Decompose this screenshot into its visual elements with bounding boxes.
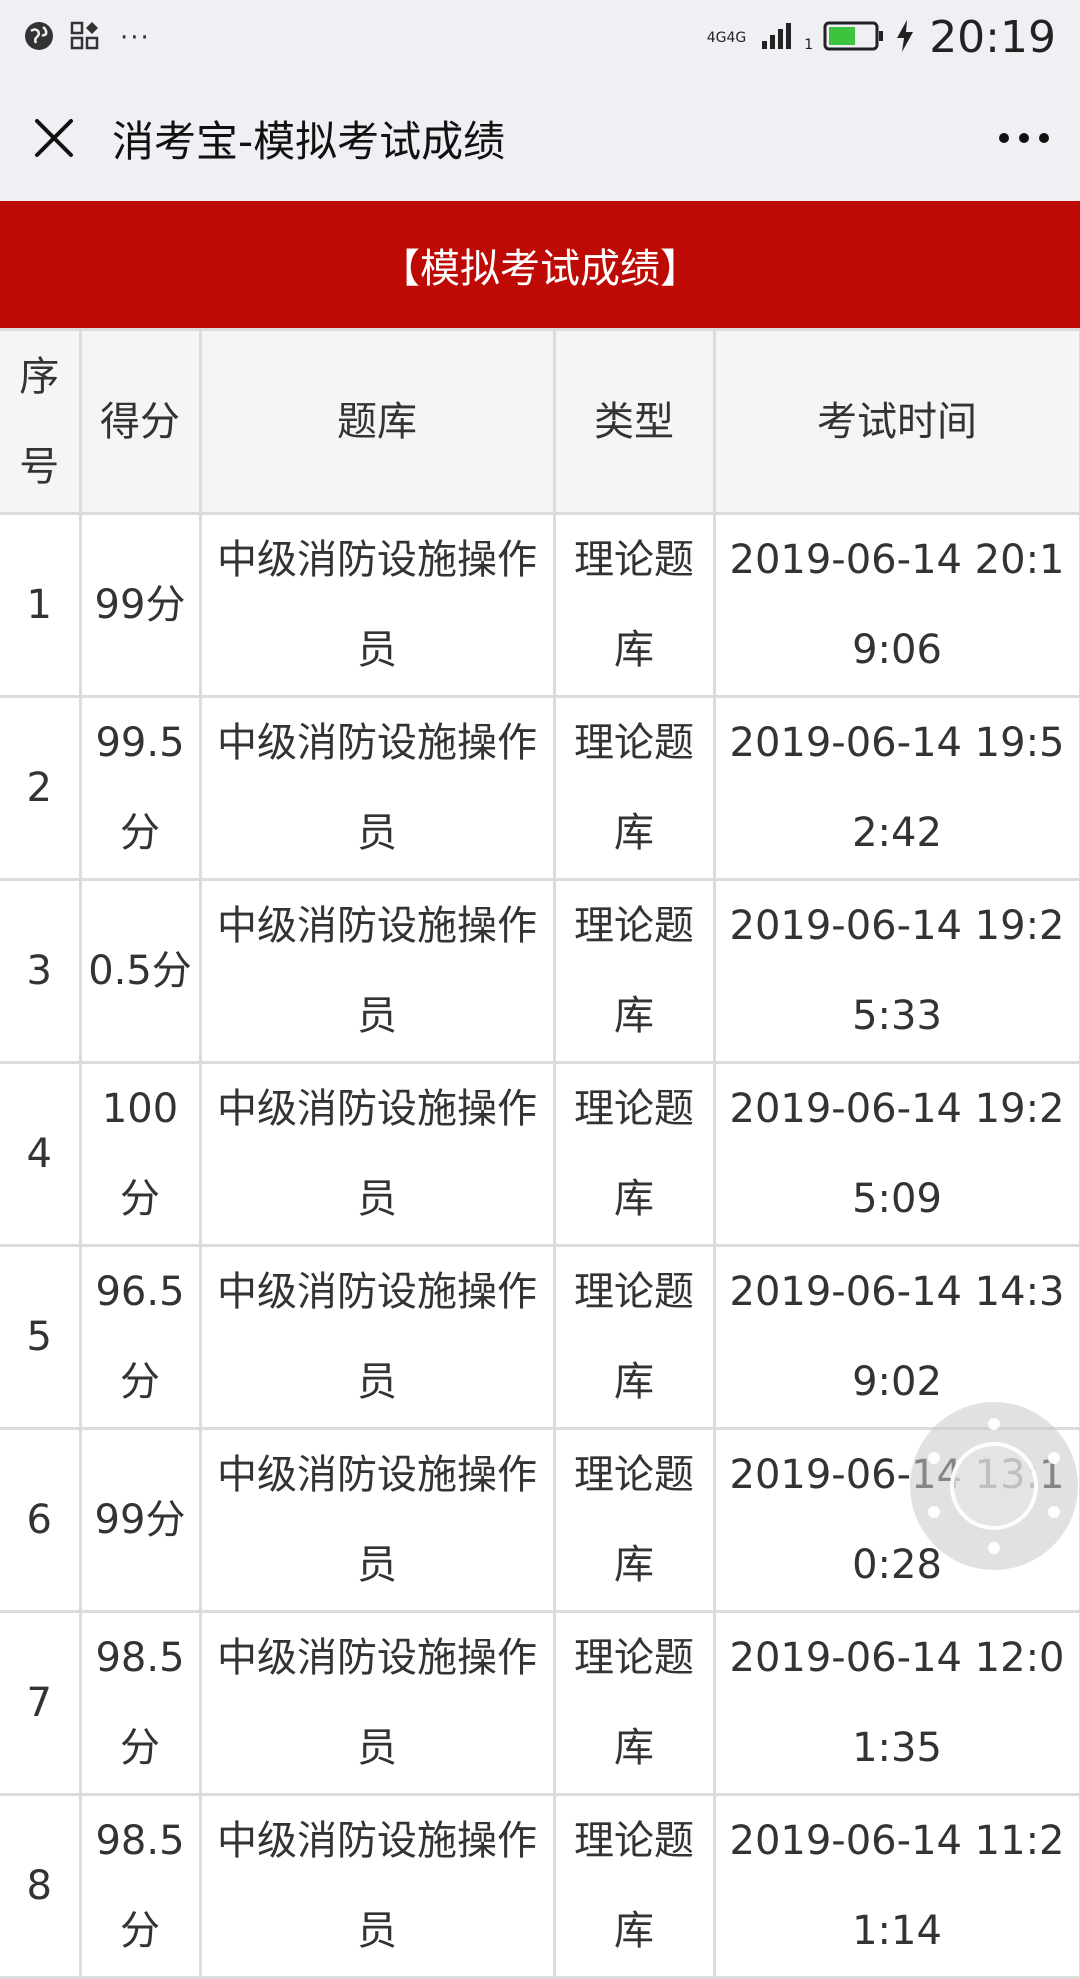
assistive-dot-icon — [1048, 1506, 1060, 1518]
signal-icon — [760, 21, 802, 55]
cell-bank: 中级消防设施操作员 — [198, 512, 556, 698]
cell-type: 理论题库 — [552, 1610, 716, 1796]
table-row: 8 98.5分 中级消防设施操作员 理论题库 2019-06-14 11:21:… — [0, 1793, 1080, 1979]
cell-time: 2019-06-14 12:01:35 — [712, 1610, 1080, 1796]
close-icon[interactable] — [30, 114, 78, 162]
assistive-dot-icon — [988, 1542, 1000, 1554]
cell-no: 6 — [0, 1427, 82, 1613]
cell-bank: 中级消防设施操作员 — [198, 1610, 556, 1796]
network-indicator: 4G4G — [706, 29, 747, 46]
cell-time: 2019-06-14 11:21:14 — [712, 1793, 1080, 1979]
status-bar-left: ··· — [22, 19, 151, 57]
cell-no: 2 — [0, 695, 82, 881]
cell-score: 100分 — [78, 1061, 202, 1247]
assistive-dot-icon — [928, 1506, 940, 1518]
cell-time: 2019-06-14 19:25:33 — [712, 878, 1080, 1064]
page-title: 消考宝-模拟考试成绩 — [112, 116, 506, 166]
assistive-touch-button[interactable] — [910, 1402, 1078, 1570]
cell-bank: 中级消防设施操作员 — [198, 1793, 556, 1979]
status-bar: ··· 4G4G 1 20:19 — [0, 0, 1080, 75]
section-banner: 【模拟考试成绩】 — [0, 201, 1080, 328]
cell-bank: 中级消防设施操作员 — [198, 1061, 556, 1247]
cell-time: 2019-06-14 14:39:02 — [712, 1244, 1080, 1430]
more-icon[interactable] — [994, 118, 1054, 158]
cell-time: 2019-06-14 19:52:42 — [712, 695, 1080, 881]
cell-type: 理论题库 — [552, 1244, 716, 1430]
header-no: 序号 — [0, 328, 82, 515]
more-dots-icon: ··· — [120, 22, 151, 53]
charging-icon — [895, 19, 915, 57]
cell-type: 理论题库 — [552, 878, 716, 1064]
assistive-dot-icon — [1048, 1452, 1060, 1464]
results-table: 序号 得分 题库 类型 考试时间 1 99分 中级消防设施操作员 理论题库 20… — [0, 328, 1080, 1979]
cell-type: 理论题库 — [552, 512, 716, 698]
cell-no: 8 — [0, 1793, 82, 1979]
header-type: 类型 — [552, 328, 716, 515]
assistive-dot-icon — [928, 1452, 940, 1464]
cell-type: 理论题库 — [552, 1061, 716, 1247]
cell-no: 7 — [0, 1610, 82, 1796]
nav-bar: 消考宝-模拟考试成绩 — [0, 75, 1080, 201]
cell-no: 4 — [0, 1061, 82, 1247]
cell-score: 99分 — [78, 1427, 202, 1613]
status-bar-right: 4G4G 1 20:19 — [707, 12, 1056, 63]
cell-score: 0.5分 — [78, 878, 202, 1064]
cell-bank: 中级消防设施操作员 — [198, 878, 556, 1064]
cell-score: 96.5分 — [78, 1244, 202, 1430]
cell-no: 5 — [0, 1244, 82, 1430]
cell-score: 99.5分 — [78, 695, 202, 881]
cell-no: 3 — [0, 878, 82, 1064]
cell-type: 理论题库 — [552, 1427, 716, 1613]
header-time: 考试时间 — [712, 328, 1080, 515]
banner-title: 【模拟考试成绩】 — [380, 245, 700, 292]
globe-icon — [22, 19, 56, 57]
cell-time: 2019-06-14 19:25:09 — [712, 1061, 1080, 1247]
header-bank: 题库 — [198, 328, 556, 515]
table-row: 4 100分 中级消防设施操作员 理论题库 2019-06-14 19:25:0… — [0, 1061, 1080, 1247]
cell-bank: 中级消防设施操作员 — [198, 695, 556, 881]
status-time: 20:19 — [929, 12, 1056, 63]
battery-icon — [823, 20, 885, 56]
header-score: 得分 — [78, 328, 202, 515]
table-header-row: 序号 得分 题库 类型 考试时间 — [0, 328, 1080, 515]
cell-no: 1 — [0, 512, 82, 698]
cell-score: 98.5分 — [78, 1610, 202, 1796]
assistive-dot-icon — [988, 1418, 1000, 1430]
table-row: 2 99.5分 中级消防设施操作员 理论题库 2019-06-14 19:52:… — [0, 695, 1080, 881]
cell-score: 99分 — [78, 512, 202, 698]
cell-type: 理论题库 — [552, 695, 716, 881]
table-row: 3 0.5分 中级消防设施操作员 理论题库 2019-06-14 19:25:3… — [0, 878, 1080, 1064]
table-row: 7 98.5分 中级消防设施操作员 理论题库 2019-06-14 12:01:… — [0, 1610, 1080, 1796]
sim-slot-label: 1 — [804, 36, 814, 53]
app-grid-icon — [70, 21, 100, 55]
cell-type: 理论题库 — [552, 1793, 716, 1979]
cell-bank: 中级消防设施操作员 — [198, 1427, 556, 1613]
table-row: 1 99分 中级消防设施操作员 理论题库 2019-06-14 20:19:06 — [0, 512, 1080, 698]
table-row: 5 96.5分 中级消防设施操作员 理论题库 2019-06-14 14:39:… — [0, 1244, 1080, 1430]
assistive-touch-ring-icon — [950, 1442, 1038, 1530]
cell-time: 2019-06-14 20:19:06 — [712, 512, 1080, 698]
cell-bank: 中级消防设施操作员 — [198, 1244, 556, 1430]
cell-score: 98.5分 — [78, 1793, 202, 1979]
